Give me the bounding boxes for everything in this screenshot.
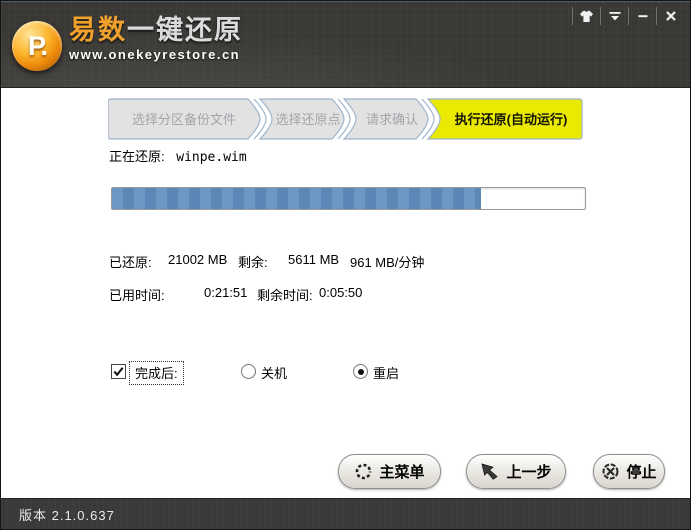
minimize-button[interactable] [629,6,656,26]
website-url: www.onekeyrestore.cn [69,47,243,62]
minimize-icon [637,10,649,22]
close-icon [665,10,677,22]
tab-label: 请求确认 [366,112,418,127]
status-bar: 版本 2.1.0.637 [1,498,690,530]
app-window: P. 易数一键还原 www.onekeyrestore.cn [0,0,691,530]
step-breadcrumb: 选择分区备份文件 选择还原点 请求确认 执行还原(自动运行) [108,98,586,140]
divider [656,7,657,25]
eta-label: 剩余时间: [257,285,313,304]
after-finish-label[interactable]: 完成后: [129,361,184,385]
tab-label: 选择分区备份文件 [132,112,236,127]
main-content: 选择分区备份文件 选择还原点 请求确认 执行还原(自动运行) 正在还原: win… [1,88,690,498]
after-finish-checkbox[interactable] [111,364,126,379]
restore-status-line: 正在还原: winpe.wim [109,146,247,165]
version-text: 版本 2.1.0.637 [19,505,115,524]
menu-button[interactable] [601,6,628,26]
back-arrow-icon [480,462,500,481]
main-menu-button[interactable]: 主菜单 [338,454,441,489]
brand-name: 易数 [69,15,127,45]
speed-value: 961 MB/分钟 [350,252,424,271]
check-icon [112,365,125,378]
radio-selected-dot [358,369,364,375]
app-title-text: 易数一键还原 [69,15,243,45]
progress-bar [111,187,586,210]
divider [628,7,629,25]
radio-restart-label[interactable]: 重启 [373,363,399,382]
divider [572,7,573,25]
dropdown-icon [608,10,622,22]
main-menu-icon [354,462,373,481]
progress-fill [112,188,481,209]
elapsed-label: 已用时间: [109,285,165,304]
stop-button[interactable]: 停止 [593,454,665,489]
main-menu-label: 主菜单 [379,461,424,482]
divider [600,7,601,25]
eta-value: 0:05:50 [319,285,362,300]
logo-glyph: P. [28,33,46,60]
title-bar: P. 易数一键还原 www.onekeyrestore.cn [1,1,690,88]
stop-label: 停止 [626,461,656,482]
brand-suffix: 一键还原 [127,15,243,45]
skin-button[interactable] [573,6,600,26]
shirt-icon [579,10,594,23]
restored-label: 已还原: [109,252,152,271]
radio-shutdown[interactable] [241,364,256,379]
restore-status-label: 正在还原: [109,149,165,164]
close-button[interactable] [657,6,684,26]
tab-label-active: 执行还原(自动运行) [455,112,568,127]
app-logo: P. [12,21,62,71]
remaining-value: 5611 MB [288,252,339,267]
prev-step-label: 上一步 [506,461,551,482]
tab-label: 选择还原点 [275,112,340,127]
radio-restart[interactable] [353,364,368,379]
restored-value: 21002 MB [168,252,227,267]
elapsed-value: 0:21:51 [204,285,247,300]
restore-file-name: winpe.wim [176,150,246,165]
app-title: 易数一键还原 www.onekeyrestore.cn [69,15,243,62]
radio-shutdown-label[interactable]: 关机 [261,363,287,382]
stop-icon [601,462,620,481]
window-controls [572,5,684,27]
prev-step-button[interactable]: 上一步 [466,454,566,489]
remaining-label: 剩余: [238,252,268,271]
